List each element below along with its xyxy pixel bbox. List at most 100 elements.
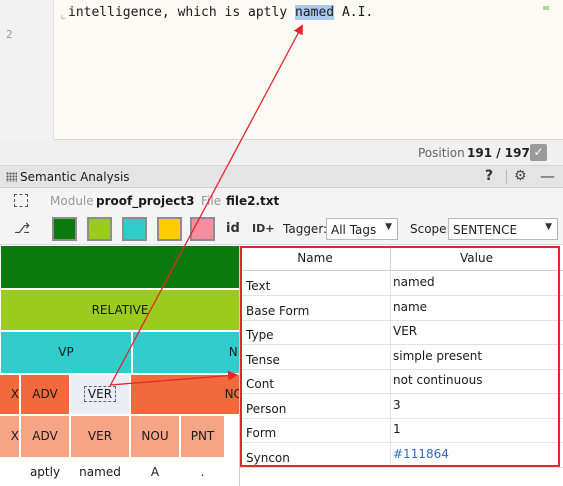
module-value: proof_project3 bbox=[96, 194, 195, 208]
tree-token-x[interactable]: X bbox=[0, 415, 20, 458]
np-label: NP bbox=[228, 345, 239, 359]
code-editor[interactable]: 2 ⌞ intelligence, which is aptly named A… bbox=[0, 0, 563, 140]
header-divider bbox=[506, 170, 507, 184]
table-row[interactable]: Tense simple present bbox=[240, 344, 563, 370]
table-row[interactable]: Type VER bbox=[240, 320, 563, 345]
tagger-value: All Tags bbox=[331, 223, 377, 237]
help-icon[interactable]: ? bbox=[485, 168, 493, 184]
module-label: Module bbox=[50, 194, 94, 208]
tagger-label: Tagger: bbox=[283, 222, 328, 236]
tree-node-np[interactable]: NP bbox=[132, 331, 239, 374]
tree-structure-icon[interactable]: ⎇ bbox=[14, 221, 30, 237]
property-value: 1 bbox=[393, 422, 401, 436]
tree-token-nou[interactable]: NOU bbox=[130, 415, 180, 458]
grip-icon[interactable] bbox=[6, 172, 17, 182]
tree-word-dot[interactable]: . bbox=[180, 458, 225, 486]
row-divider bbox=[390, 344, 391, 370]
tree-node-ver-selected[interactable]: VER bbox=[70, 374, 130, 415]
table-row[interactable]: Text named bbox=[240, 271, 563, 296]
swatch-dark-green[interactable] bbox=[52, 217, 77, 241]
word-named: named bbox=[79, 465, 121, 479]
file-label: File bbox=[201, 194, 222, 208]
line-number-2: 2 bbox=[6, 28, 13, 41]
tree-node-sentence[interactable] bbox=[0, 245, 239, 289]
property-name: Form bbox=[246, 426, 277, 440]
swatch-yellow[interactable] bbox=[157, 217, 182, 241]
swatch-cyan[interactable] bbox=[122, 217, 147, 241]
column-header-name[interactable]: Name bbox=[240, 251, 390, 265]
property-name: Type bbox=[246, 328, 274, 342]
swatch-light-green[interactable] bbox=[87, 217, 112, 241]
tagger-dropdown[interactable]: All Tags ▼ bbox=[326, 218, 398, 240]
property-value: 3 bbox=[393, 397, 401, 412]
tree-token-pnt[interactable]: PNT bbox=[180, 415, 225, 458]
no-label: NO bbox=[224, 387, 239, 401]
row-divider bbox=[390, 369, 391, 394]
semantic-analysis-header: Semantic Analysis ? ⚙ — bbox=[0, 166, 563, 188]
syncon-link[interactable]: #111864 bbox=[393, 447, 449, 461]
id-toggle[interactable]: id bbox=[226, 221, 240, 236]
tree-node-no[interactable]: NO bbox=[130, 374, 239, 415]
table-row[interactable]: Person 3 bbox=[240, 393, 563, 419]
tree-token-adv[interactable]: ADV bbox=[20, 415, 70, 458]
minimize-icon[interactable]: — bbox=[540, 167, 555, 185]
line-number-gutter: 2 bbox=[0, 0, 54, 140]
line-text-after: A.I. bbox=[334, 5, 374, 20]
tree-node-vp[interactable]: VP bbox=[0, 331, 132, 374]
analysis-toolbar: ⎇ id ID+ Tagger: All Tags ▼ Scope: SENTE… bbox=[0, 212, 563, 245]
tree-node-adv[interactable]: ADV bbox=[20, 374, 70, 415]
gear-icon[interactable]: ⚙ bbox=[514, 168, 527, 184]
word-dot: . bbox=[200, 465, 205, 479]
tree-node-relative[interactable]: RELATIVE bbox=[0, 289, 239, 331]
fold-marker-icon[interactable]: ⌞ bbox=[60, 8, 67, 21]
tree-node-x[interactable]: X bbox=[0, 374, 20, 415]
property-name: Person bbox=[246, 401, 287, 416]
table-row[interactable]: Base Form name bbox=[240, 295, 563, 321]
table-row[interactable]: Form 1 bbox=[240, 418, 563, 443]
property-name: Tense bbox=[246, 352, 280, 367]
checkmark-icon[interactable]: ✓ bbox=[530, 144, 547, 161]
relative-label: RELATIVE bbox=[91, 303, 149, 317]
scope-label: Scope: bbox=[410, 222, 451, 236]
token-ver-label: VER bbox=[87, 429, 113, 443]
id-plus-toggle[interactable]: ID+ bbox=[252, 222, 274, 235]
scrollbar-marker bbox=[543, 6, 549, 10]
row-divider bbox=[390, 393, 391, 419]
editor-line-1[interactable]: intelligence, which is aptly named A.I. bbox=[68, 5, 373, 20]
row-divider bbox=[390, 295, 391, 321]
scope-dropdown[interactable]: SENTENCE ▼ bbox=[448, 218, 558, 240]
scope-value: SENTENCE bbox=[453, 223, 518, 237]
tree-word-a[interactable]: A bbox=[130, 458, 180, 486]
tree-token-ver[interactable]: VER bbox=[70, 415, 130, 458]
token-x-label: X bbox=[10, 429, 19, 443]
property-value: named bbox=[393, 275, 435, 289]
row-divider bbox=[390, 418, 391, 443]
chevron-down-icon: ▼ bbox=[385, 222, 392, 232]
row-divider bbox=[390, 271, 391, 296]
table-row[interactable]: Cont not continuous bbox=[240, 369, 563, 394]
property-name: Text bbox=[246, 279, 271, 293]
word-a: A bbox=[150, 465, 160, 479]
highlighted-word[interactable]: named bbox=[294, 5, 335, 20]
position-value: 191 / 197 bbox=[467, 146, 530, 160]
module-file-row: Module proof_project3 File file2.txt bbox=[0, 188, 563, 212]
column-header-value[interactable]: Value bbox=[390, 251, 563, 265]
x-label: X bbox=[10, 387, 19, 401]
row-divider bbox=[390, 320, 391, 345]
table-row[interactable]: Syncon #111864 bbox=[240, 442, 563, 468]
properties-table: Name Value Text named Base Form name Type VER… bbox=[240, 245, 563, 486]
position-label: Position bbox=[418, 146, 465, 160]
token-nou-label: NOU bbox=[141, 429, 169, 443]
selection-icon[interactable] bbox=[14, 194, 28, 207]
row-divider bbox=[390, 442, 391, 468]
tree-word-aptly[interactable]: aptly bbox=[20, 458, 70, 486]
syntax-tree-panel[interactable]: RELATIVE VP NP X ADV VER NO X ADV VER NO… bbox=[0, 245, 240, 486]
property-value: name bbox=[393, 299, 428, 314]
property-name: Cont bbox=[246, 377, 275, 391]
swatch-pink[interactable] bbox=[190, 217, 215, 241]
property-value: not continuous bbox=[393, 373, 483, 387]
ver-label: VER bbox=[83, 386, 117, 402]
tree-word-named[interactable]: named bbox=[70, 458, 130, 486]
word-aptly: aptly bbox=[29, 465, 61, 479]
property-value: simple present bbox=[393, 348, 483, 363]
